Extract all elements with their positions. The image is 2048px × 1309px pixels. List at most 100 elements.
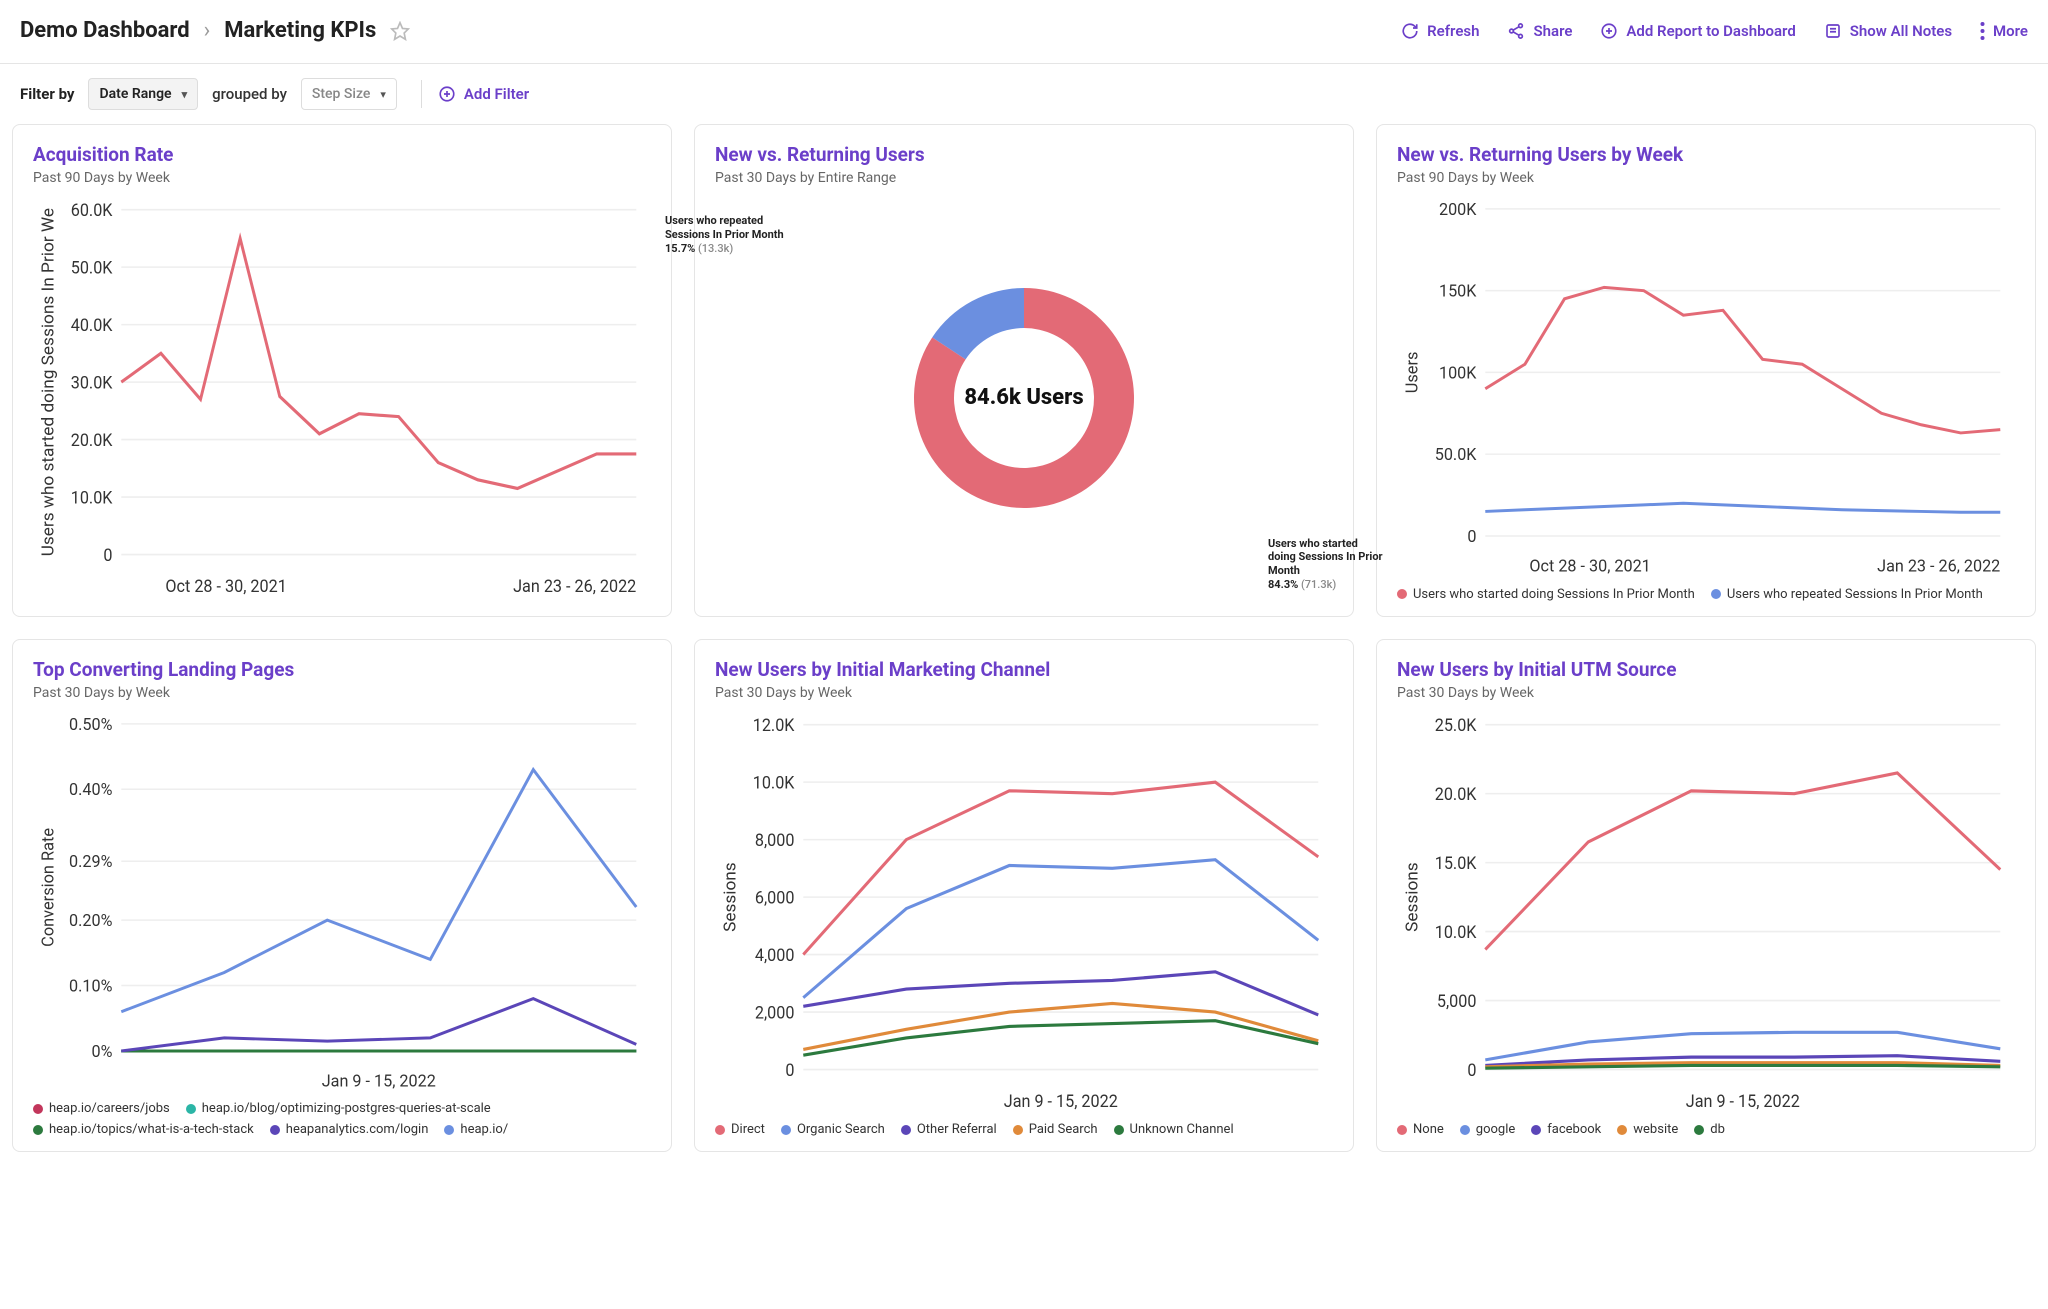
svg-text:Users: Users [1403, 352, 1422, 394]
star-icon[interactable] [390, 21, 410, 41]
legend-item[interactable]: google [1460, 1122, 1515, 1137]
legend-label: Other Referral [917, 1122, 997, 1137]
card-title[interactable]: New vs. Returning Users by Week [1397, 143, 2015, 166]
svg-text:20.0K: 20.0K [1435, 784, 1477, 805]
svg-text:0: 0 [1467, 1060, 1476, 1081]
chart-utm: 05,00010.0K15.0K20.0K25.0KJan 9 - 15, 20… [1397, 709, 2015, 1117]
legend-item[interactable]: facebook [1531, 1122, 1601, 1137]
legend-item[interactable]: Organic Search [781, 1122, 885, 1137]
legend-label: heap.io/careers/jobs [49, 1101, 170, 1116]
svg-text:0.20%: 0.20% [69, 911, 112, 930]
legend-item[interactable]: heapanalytics.com/login [270, 1122, 429, 1137]
svg-text:0.40%: 0.40% [69, 780, 112, 799]
legend-item[interactable]: heap.io/careers/jobs [33, 1101, 170, 1116]
legend-swatch [1460, 1125, 1470, 1135]
chart-acquisition: 010.0K20.0K30.0K40.0K50.0K60.0KOct 28 - … [33, 194, 651, 602]
svg-text:200K: 200K [1439, 200, 1477, 219]
legend-item[interactable]: heap.io/topics/what-is-a-tech-stack [33, 1122, 254, 1137]
svg-text:0.29%: 0.29% [69, 852, 112, 871]
card-landing-pages: Top Converting Landing Pages Past 30 Day… [12, 639, 672, 1153]
legend: None google facebook website db [1397, 1122, 2015, 1137]
legend-swatch [1694, 1125, 1704, 1135]
card-title[interactable]: Acquisition Rate [33, 143, 651, 166]
svg-text:0.50%: 0.50% [69, 714, 112, 733]
add-report-button[interactable]: Add Report to Dashboard [1600, 22, 1795, 40]
show-notes-button[interactable]: Show All Notes [1824, 22, 1952, 40]
legend-swatch [901, 1125, 911, 1135]
svg-text:0.10%: 0.10% [69, 976, 112, 995]
legend-item[interactable]: heap.io/blog/optimizing-postgres-queries… [186, 1101, 491, 1116]
legend-swatch [1114, 1125, 1124, 1135]
svg-text:20.0K: 20.0K [71, 430, 113, 451]
chevron-right-icon: › [204, 18, 211, 43]
chart-landing: 0%0.10%0.20%0.29%0.40%0.50%Jan 9 - 15, 2… [33, 709, 651, 1096]
breadcrumb: Demo Dashboard › Marketing KPIs [20, 18, 410, 43]
legend-swatch [186, 1104, 196, 1114]
step-size-select[interactable]: Step Size ▾ [301, 78, 397, 110]
legend-item[interactable]: Other Referral [901, 1122, 997, 1137]
card-utm: New Users by Initial UTM Source Past 30 … [1376, 639, 2036, 1153]
separator [421, 80, 422, 108]
legend-item[interactable]: Users who started doing Sessions In Prio… [1397, 587, 1695, 602]
card-new-vs-returning-week: New vs. Returning Users by Week Past 90 … [1376, 124, 2036, 617]
svg-text:12.0K: 12.0K [753, 715, 795, 736]
legend-label: heapanalytics.com/login [286, 1122, 429, 1137]
add-filter-button[interactable]: Add Filter [438, 85, 529, 103]
refresh-icon [1401, 22, 1419, 40]
date-range-select[interactable]: Date Range ▾ [88, 78, 198, 110]
chart-nvrw: 050.0K100K150K200KOct 28 - 30, 2021Jan 2… [1397, 194, 2015, 581]
legend: Direct Organic Search Other Referral Paid S… [715, 1122, 1333, 1137]
svg-text:8,000: 8,000 [755, 830, 795, 851]
share-button[interactable]: Share [1507, 22, 1572, 40]
legend-item[interactable]: Unknown Channel [1114, 1122, 1234, 1137]
legend-label: Users who started doing Sessions In Prio… [1413, 587, 1695, 602]
legend-swatch [1531, 1125, 1541, 1135]
header: Demo Dashboard › Marketing KPIs Refresh … [0, 0, 2048, 64]
svg-text:Oct 28 - 30, 2021: Oct 28 - 30, 2021 [1529, 557, 1650, 576]
legend-item[interactable]: None [1397, 1122, 1444, 1137]
breadcrumb-current: Marketing KPIs [224, 18, 376, 43]
svg-text:40.0K: 40.0K [71, 315, 113, 336]
kebab-icon [1980, 22, 1985, 40]
svg-text:100K: 100K [1439, 363, 1477, 382]
legend-label: Paid Search [1029, 1122, 1098, 1137]
svg-text:Jan 23 - 26, 2022: Jan 23 - 26, 2022 [513, 577, 636, 598]
legend-swatch [1013, 1125, 1023, 1135]
plus-circle-icon [1600, 22, 1618, 40]
svg-text:Jan 23 - 26, 2022: Jan 23 - 26, 2022 [1877, 557, 2000, 576]
card-title[interactable]: New Users by Initial Marketing Channel [715, 658, 1333, 681]
legend-label: Users who repeated Sessions In Prior Mon… [1727, 587, 1983, 602]
legend-item[interactable]: Direct [715, 1122, 765, 1137]
add-filter-label: Add Filter [464, 85, 529, 103]
svg-text:25.0K: 25.0K [1435, 715, 1477, 736]
svg-text:Sessions: Sessions [1403, 862, 1422, 932]
chevron-down-icon: ▾ [182, 88, 188, 101]
svg-text:Conversion Rate: Conversion Rate [39, 827, 58, 946]
card-title[interactable]: New Users by Initial UTM Source [1397, 658, 2015, 681]
legend-item[interactable]: Paid Search [1013, 1122, 1098, 1137]
svg-text:Jan 9 - 15, 2022: Jan 9 - 15, 2022 [1686, 1091, 1800, 1112]
more-button[interactable]: More [1980, 22, 2028, 40]
refresh-button[interactable]: Refresh [1401, 22, 1479, 40]
legend-label: Direct [731, 1122, 765, 1137]
card-title[interactable]: Top Converting Landing Pages [33, 658, 651, 681]
legend-swatch [1711, 589, 1721, 599]
svg-text:10.0K: 10.0K [1435, 922, 1477, 943]
notes-icon [1824, 22, 1842, 40]
legend-swatch [33, 1104, 43, 1114]
legend-item[interactable]: heap.io/ [444, 1122, 508, 1137]
card-title[interactable]: New vs. Returning Users [715, 143, 1333, 166]
card-subtitle: Past 30 Days by Week [1397, 685, 2015, 701]
breadcrumb-parent[interactable]: Demo Dashboard [20, 18, 190, 43]
legend-item[interactable]: website [1617, 1122, 1678, 1137]
legend-swatch [33, 1125, 43, 1135]
toolbar: Refresh Share Add Report to Dashboard Sh… [1401, 22, 2028, 40]
share-label: Share [1533, 22, 1572, 40]
svg-text:60.0K: 60.0K [71, 200, 113, 221]
svg-text:150K: 150K [1439, 282, 1477, 301]
chart-donut: 84.6k UsersUsers who repeated Sessions I… [715, 194, 1333, 602]
svg-text:30.0K: 30.0K [71, 373, 113, 394]
card-subtitle: Past 30 Days by Week [33, 685, 651, 701]
legend-item[interactable]: db [1694, 1122, 1725, 1137]
legend-item[interactable]: Users who repeated Sessions In Prior Mon… [1711, 587, 1983, 602]
